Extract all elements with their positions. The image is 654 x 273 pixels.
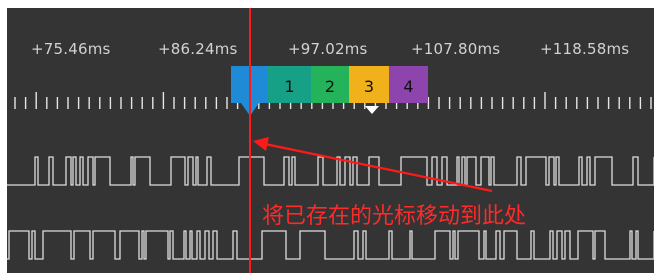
- left-arrow-icon: [253, 137, 493, 193]
- annotation-text: 将已存在的光标移动到此处: [262, 204, 527, 229]
- waveform-view[interactable]: +75.46ms +86.24ms +97.02ms +107.80ms +11…: [7, 8, 654, 273]
